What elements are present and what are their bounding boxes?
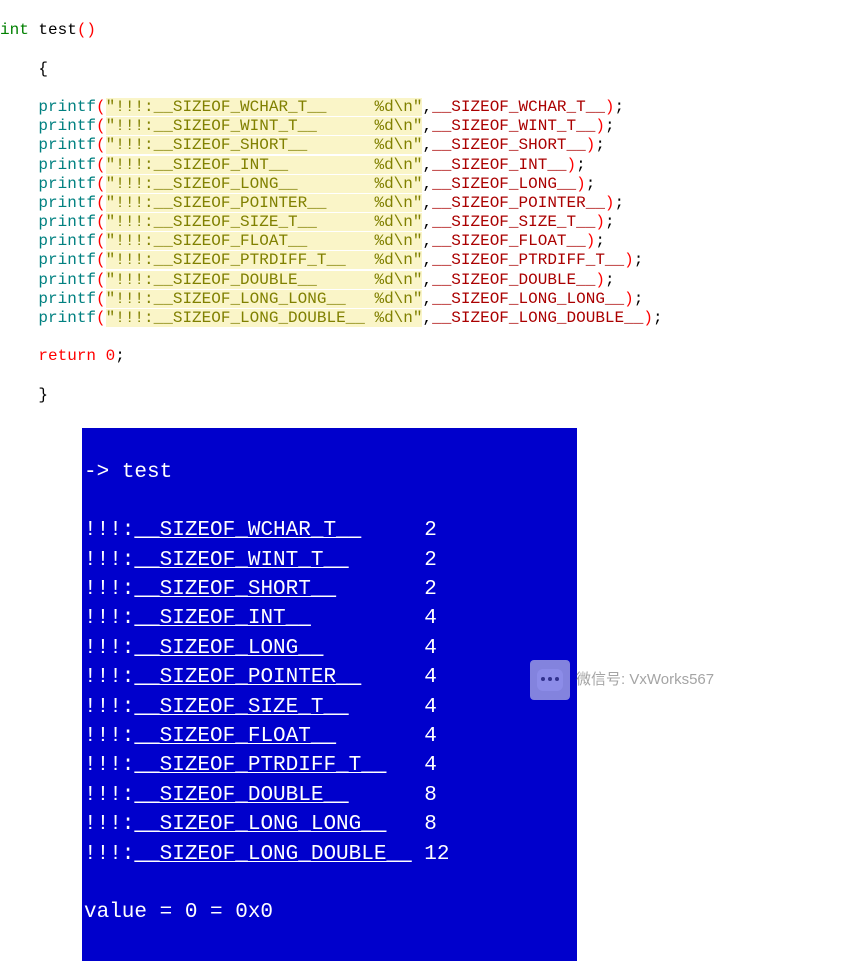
printf-call: printf bbox=[38, 290, 96, 308]
terminal-output-line: !!!:__SIZEOF_LONG_LONG__ 8 bbox=[84, 810, 575, 839]
macro-value: 4 bbox=[424, 666, 437, 689]
macro-value: 2 bbox=[424, 549, 437, 572]
type-keyword: int bbox=[0, 21, 29, 39]
macro-argument: __SIZEOF_SHORT__ bbox=[432, 136, 586, 154]
string-literal: "!!!:__SIZEOF_FLOAT__ %d\n" bbox=[106, 232, 423, 250]
macro-name: __SIZEOF_INT__ bbox=[134, 607, 310, 630]
code-line-printf: printf("!!!:__SIZEOF_WCHAR_T__ %d\n",__S… bbox=[0, 98, 846, 117]
string-literal: "!!!:__SIZEOF_SIZE_T__ %d\n" bbox=[106, 213, 423, 231]
string-literal: "!!!:__SIZEOF_DOUBLE__ %d\n" bbox=[106, 271, 423, 289]
macro-name: __SIZEOF_PTRDIFF_T__ bbox=[134, 754, 386, 777]
macro-argument: __SIZEOF_SIZE_T__ bbox=[432, 213, 595, 231]
code-line-printf: printf("!!!:__SIZEOF_LONG__ %d\n",__SIZE… bbox=[0, 175, 846, 194]
string-literal: "!!!:__SIZEOF_SHORT__ %d\n" bbox=[106, 136, 423, 154]
printf-call: printf bbox=[38, 117, 96, 135]
string-literal: "!!!:__SIZEOF_LONG_LONG__ %d\n" bbox=[106, 290, 423, 308]
printf-call: printf bbox=[38, 213, 96, 231]
string-literal: "!!!:__SIZEOF_LONG__ %d\n" bbox=[106, 175, 423, 193]
string-literal: "!!!:__SIZEOF_INT__ %d\n" bbox=[106, 156, 423, 174]
printf-call: printf bbox=[38, 98, 96, 116]
macro-name: __SIZEOF_LONG_LONG__ bbox=[134, 813, 386, 836]
printf-call: printf bbox=[38, 194, 96, 212]
code-line-printf: printf("!!!:__SIZEOF_INT__ %d\n",__SIZEO… bbox=[0, 156, 846, 175]
macro-name: __SIZEOF_FLOAT__ bbox=[134, 725, 336, 748]
printf-call: printf bbox=[38, 156, 96, 174]
string-literal: "!!!:__SIZEOF_LONG_DOUBLE__ %d\n" bbox=[106, 309, 423, 327]
parens: () bbox=[77, 21, 96, 39]
macro-value: 8 bbox=[424, 784, 437, 807]
string-literal: "!!!:__SIZEOF_WCHAR_T__ %d\n" bbox=[106, 98, 423, 116]
source-code: int test() { printf("!!!:__SIZEOF_WCHAR_… bbox=[0, 0, 846, 428]
printf-call: printf bbox=[38, 175, 96, 193]
macro-value: 2 bbox=[424, 519, 437, 542]
macro-name: __SIZEOF_LONG__ bbox=[134, 637, 323, 660]
macro-argument: __SIZEOF_WCHAR_T__ bbox=[432, 98, 605, 116]
code-line-return: return 0; bbox=[0, 347, 846, 366]
terminal-command-line: -> test bbox=[84, 458, 575, 487]
code-line-open-brace: { bbox=[0, 60, 846, 79]
macro-argument: __SIZEOF_LONG_LONG__ bbox=[432, 290, 624, 308]
macro-value: 8 bbox=[424, 813, 437, 836]
terminal-output-line: !!!:__SIZEOF_SIZE_T__ 4 bbox=[84, 693, 575, 722]
code-line-printf: printf("!!!:__SIZEOF_FLOAT__ %d\n",__SIZ… bbox=[0, 232, 846, 251]
printf-call: printf bbox=[38, 232, 96, 250]
macro-value: 4 bbox=[424, 696, 437, 719]
macro-argument: __SIZEOF_INT__ bbox=[432, 156, 566, 174]
printf-call: printf bbox=[38, 271, 96, 289]
string-literal: "!!!:__SIZEOF_WINT_T__ %d\n" bbox=[106, 117, 423, 135]
macro-value: 4 bbox=[424, 637, 437, 660]
code-line-printf: printf("!!!:__SIZEOF_PTRDIFF_T__ %d\n",_… bbox=[0, 251, 846, 270]
watermark-text: 微信号: VxWorks567 bbox=[576, 671, 714, 689]
macro-argument: __SIZEOF_DOUBLE__ bbox=[432, 271, 595, 289]
macro-value: 2 bbox=[424, 578, 437, 601]
printf-call: printf bbox=[38, 136, 96, 154]
macro-argument: __SIZEOF_PTRDIFF_T__ bbox=[432, 251, 624, 269]
string-literal: "!!!:__SIZEOF_PTRDIFF_T__ %d\n" bbox=[106, 251, 423, 269]
terminal-output-line: !!!:__SIZEOF_LONG__ 4 bbox=[84, 634, 575, 663]
code-line-printf: printf("!!!:__SIZEOF_DOUBLE__ %d\n",__SI… bbox=[0, 271, 846, 290]
terminal-output-line: !!!:__SIZEOF_DOUBLE__ 8 bbox=[84, 781, 575, 810]
code-line-decl: int test() bbox=[0, 21, 846, 40]
code-line-printf: printf("!!!:__SIZEOF_POINTER__ %d\n",__S… bbox=[0, 194, 846, 213]
macro-value: 4 bbox=[424, 754, 437, 777]
code-line-close-brace: } bbox=[0, 386, 846, 405]
macro-name: __SIZEOF_POINTER__ bbox=[134, 666, 361, 689]
macro-argument: __SIZEOF_FLOAT__ bbox=[432, 232, 586, 250]
macro-name: __SIZEOF_LONG_DOUBLE__ bbox=[134, 843, 411, 866]
function-name: test bbox=[38, 21, 76, 39]
macro-name: __SIZEOF_WINT_T__ bbox=[134, 549, 348, 572]
terminal-output-line: !!!:__SIZEOF_LONG_DOUBLE__ 12 bbox=[84, 840, 575, 869]
code-line-printf: printf("!!!:__SIZEOF_LONG_DOUBLE__ %d\n"… bbox=[0, 309, 846, 328]
macro-argument: __SIZEOF_WINT_T__ bbox=[432, 117, 595, 135]
code-line-printf: printf("!!!:__SIZEOF_SHORT__ %d\n",__SIZ… bbox=[0, 136, 846, 155]
code-line-printf: printf("!!!:__SIZEOF_SIZE_T__ %d\n",__SI… bbox=[0, 213, 846, 232]
macro-name: __SIZEOF_WCHAR_T__ bbox=[134, 519, 361, 542]
terminal-output-line: !!!:__SIZEOF_POINTER__ 4 bbox=[84, 663, 575, 692]
macro-argument: __SIZEOF_LONG_DOUBLE__ bbox=[432, 309, 643, 327]
macro-value: 4 bbox=[424, 725, 437, 748]
terminal-output-line: !!!:__SIZEOF_WINT_T__ 2 bbox=[84, 546, 575, 575]
macro-argument: __SIZEOF_LONG__ bbox=[432, 175, 576, 193]
terminal-output-line: !!!:__SIZEOF_FLOAT__ 4 bbox=[84, 722, 575, 751]
code-line-printf: printf("!!!:__SIZEOF_WINT_T__ %d\n",__SI… bbox=[0, 117, 846, 136]
printf-call: printf bbox=[38, 251, 96, 269]
terminal-output: -> test !!!:__SIZEOF_WCHAR_T__ 2!!!:__SI… bbox=[82, 428, 577, 961]
terminal-output-line: !!!:__SIZEOF_WCHAR_T__ 2 bbox=[84, 516, 575, 545]
terminal-output-line: !!!:__SIZEOF_INT__ 4 bbox=[84, 604, 575, 633]
printf-call: printf bbox=[38, 309, 96, 327]
terminal-output-line: !!!:__SIZEOF_PTRDIFF_T__ 4 bbox=[84, 751, 575, 780]
macro-name: __SIZEOF_SIZE_T__ bbox=[134, 696, 348, 719]
macro-value: 12 bbox=[424, 843, 449, 866]
macro-name: __SIZEOF_DOUBLE__ bbox=[134, 784, 348, 807]
string-literal: "!!!:__SIZEOF_POINTER__ %d\n" bbox=[106, 194, 423, 212]
macro-name: __SIZEOF_SHORT__ bbox=[134, 578, 336, 601]
code-line-printf: printf("!!!:__SIZEOF_LONG_LONG__ %d\n",_… bbox=[0, 290, 846, 309]
macro-value: 4 bbox=[424, 607, 437, 630]
terminal-value-line: value = 0 = 0x0 bbox=[84, 898, 575, 927]
macro-argument: __SIZEOF_POINTER__ bbox=[432, 194, 605, 212]
terminal-output-line: !!!:__SIZEOF_SHORT__ 2 bbox=[84, 575, 575, 604]
